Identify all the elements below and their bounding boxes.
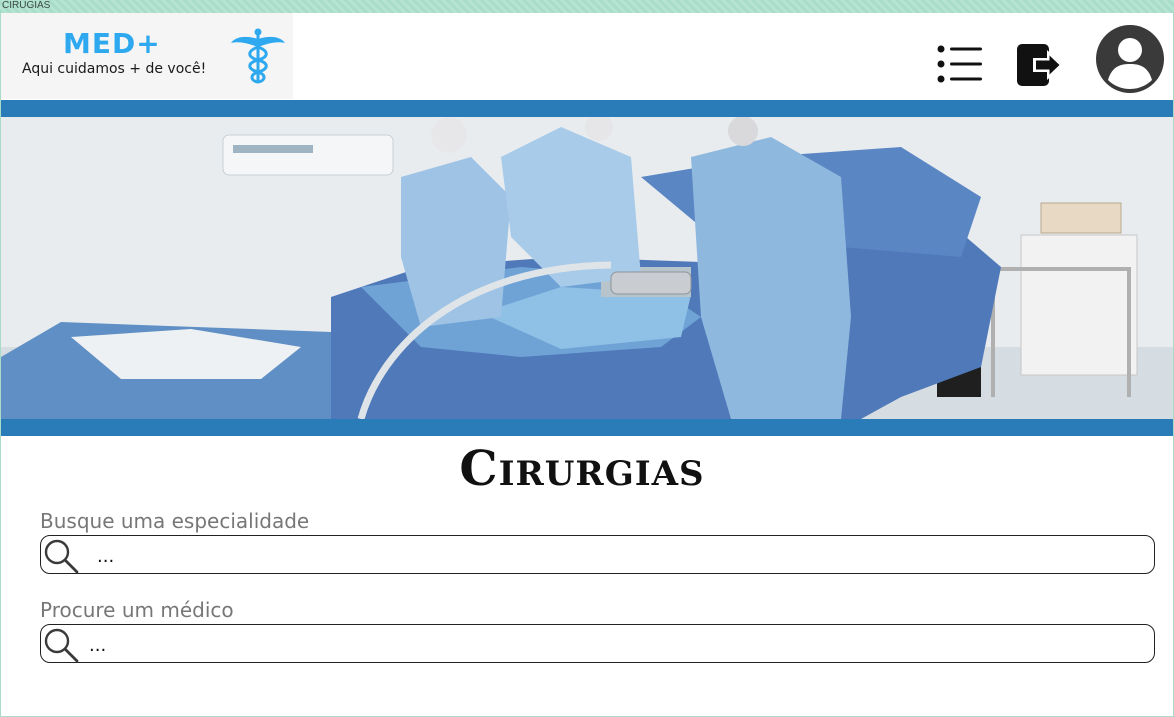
specialty-search-input[interactable]: ... — [40, 535, 1155, 574]
page-title: Cirurgias — [459, 441, 705, 497]
window-title-bar: CIRUGIAS — [0, 0, 1174, 13]
app-frame: MED+ Aqui cuidamos + de você! Cirurgias … — [1, 13, 1173, 716]
specialty-search-value: ... — [97, 546, 115, 567]
doctor-search-input[interactable]: ... — [40, 624, 1155, 663]
header: MED+ Aqui cuidamos + de você! — [1, 13, 1173, 100]
caduceus-icon — [231, 28, 285, 84]
specialty-search-label: Busque uma especialidade — [40, 509, 310, 533]
hero-band-top — [1, 100, 1173, 117]
hero-image — [1, 117, 1173, 419]
window-title: CIRUGIAS — [2, 0, 51, 11]
operating-room-surgery-photo — [1, 117, 1173, 419]
logo[interactable]: MED+ Aqui cuidamos + de você! — [1, 13, 293, 99]
user-avatar-icon[interactable] — [1095, 24, 1165, 94]
doctor-search-value: ... — [89, 635, 107, 656]
search-icon — [44, 539, 79, 574]
doctor-search-label: Procure um médico — [40, 598, 234, 622]
logo-tagline: Aqui cuidamos + de você! — [22, 61, 207, 77]
logo-title: MED+ — [63, 27, 161, 60]
menu-list-icon[interactable] — [937, 45, 983, 83]
logout-icon[interactable] — [1015, 42, 1065, 88]
search-icon — [44, 628, 79, 663]
hero-band-bottom — [1, 419, 1173, 436]
